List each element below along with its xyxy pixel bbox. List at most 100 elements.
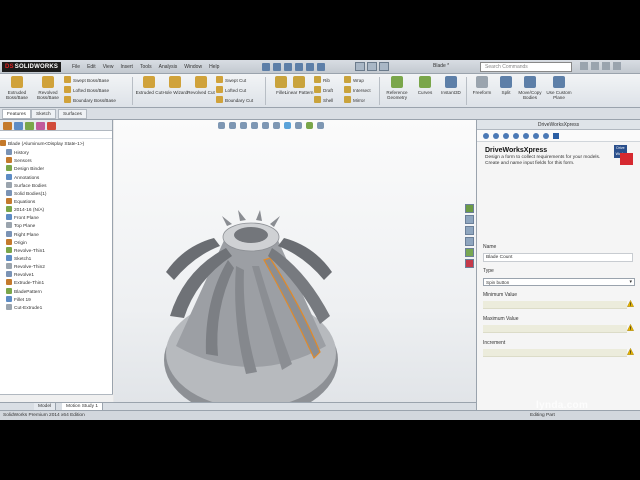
menu-edit[interactable]: Edit <box>87 63 96 71</box>
tree-item[interactable]: History <box>0 149 112 157</box>
tree-item[interactable]: Equations <box>0 197 112 206</box>
tool-label: Curves <box>417 90 433 95</box>
forward-icon[interactable] <box>493 133 499 139</box>
tree-item[interactable]: Origin <box>0 238 112 247</box>
tree-item[interactable]: Revolve-Thin1 <box>0 246 112 255</box>
boundary-cut-icon <box>216 96 223 103</box>
save-icon[interactable] <box>284 63 292 71</box>
boundary-cut-button[interactable]: Boundary Cut <box>216 96 253 105</box>
tree-item[interactable]: Top Plane <box>0 222 112 230</box>
menu-file[interactable]: File <box>72 63 80 71</box>
maximum-value-input[interactable] <box>483 325 627 333</box>
options-icon[interactable] <box>379 62 389 71</box>
open-icon[interactable] <box>273 63 281 71</box>
boundary-boss-icon <box>64 96 71 103</box>
tree-item[interactable]: Solid Bodies(1) <box>0 189 112 198</box>
revolved-boss-button[interactable]: Revolved Boss/Base <box>33 76 63 100</box>
solidworks-logo[interactable]: DSSOLIDWORKS <box>2 62 62 72</box>
restore-icon[interactable] <box>602 62 610 70</box>
add-icon[interactable] <box>523 133 529 139</box>
tab-features[interactable]: Features <box>2 109 31 119</box>
tree-item[interactable]: BladePattern <box>0 287 112 296</box>
mirror-button[interactable]: Mirror <box>344 96 365 105</box>
custom-properties-icon[interactable] <box>465 259 474 268</box>
tree-root[interactable]: Blade (Aluminum<Display State-1>) <box>0 140 112 148</box>
property-manager-icon[interactable] <box>14 122 23 130</box>
tree-item[interactable]: Sketch1 <box>0 254 112 263</box>
display-manager-icon[interactable] <box>47 122 56 130</box>
close-icon[interactable] <box>613 62 621 70</box>
menu-analysis[interactable]: Analysis <box>159 63 178 71</box>
tree-item[interactable]: Front Plane <box>0 214 112 222</box>
graphics-area[interactable] <box>114 120 476 420</box>
move-icon[interactable] <box>543 133 549 139</box>
minimum-value-input[interactable] <box>483 301 627 309</box>
info-icon[interactable] <box>503 133 509 139</box>
impeller-model[interactable] <box>114 120 476 420</box>
tab-surfaces[interactable]: Surfaces <box>58 109 87 119</box>
lofted-cut-button[interactable]: Lofted Cut <box>216 86 246 95</box>
feature-tree-icon[interactable] <box>3 122 12 130</box>
increment-input[interactable] <box>483 349 627 357</box>
tree-item[interactable]: Cut-Extrude1 <box>0 303 112 312</box>
dimxpert-icon[interactable] <box>36 122 45 130</box>
tree-item[interactable]: Annotations <box>0 173 112 182</box>
reference-geometry-button[interactable]: Reference Geometry <box>382 76 412 100</box>
tree-item[interactable]: 2014-16 (N/A) <box>0 206 112 214</box>
menu-window[interactable]: Window <box>184 63 202 71</box>
delete-icon[interactable] <box>553 133 559 139</box>
type-select[interactable]: Spin button <box>483 278 635 286</box>
boundary-boss-button[interactable]: Boundary Boss/Base <box>64 96 116 105</box>
lofted-boss-button[interactable]: Lofted Boss/Base <box>64 86 109 95</box>
revolved-cut-button[interactable]: Revolved Cut <box>186 76 216 95</box>
solidworks-resources-icon[interactable] <box>465 204 474 213</box>
rib-button[interactable]: Rib <box>314 76 330 85</box>
file-explorer-icon[interactable] <box>465 226 474 235</box>
select-icon[interactable] <box>317 63 325 71</box>
tree-item[interactable]: Right Plane <box>0 230 112 239</box>
design-library-icon[interactable] <box>465 215 474 224</box>
linear-pattern-button[interactable]: Linear Pattern <box>284 76 314 95</box>
tree-item[interactable]: Revolve1 <box>0 271 112 279</box>
menu-insert[interactable]: Insert <box>120 63 133 71</box>
tree-item-label: BladePattern <box>14 289 42 295</box>
rebuild-icon[interactable] <box>355 62 365 71</box>
swept-cut-button[interactable]: Swept Cut <box>216 76 246 85</box>
name-input[interactable]: Blade Count <box>483 253 633 262</box>
view-palette-icon[interactable] <box>465 237 474 246</box>
menu-view[interactable]: View <box>103 63 114 71</box>
new-icon[interactable] <box>262 63 270 71</box>
extrude-boss-icon <box>11 76 23 88</box>
driveworks-heading: DriveWorksXpress <box>485 147 548 154</box>
shell-button[interactable]: Shell <box>314 96 333 105</box>
tree-item[interactable]: Surface Bodies <box>0 181 112 190</box>
tab-sketch[interactable]: Sketch <box>31 109 56 119</box>
use-custom-plane-button[interactable]: Use Custom Plane <box>544 76 574 100</box>
configuration-manager-icon[interactable] <box>25 122 34 130</box>
undo-icon[interactable] <box>306 63 314 71</box>
appearances-icon[interactable] <box>465 248 474 257</box>
draft-button[interactable]: Draft <box>314 86 333 95</box>
back-icon[interactable] <box>483 133 489 139</box>
extruded-boss-button[interactable]: Extruded Boss/Base <box>2 76 32 100</box>
home-icon[interactable] <box>513 133 519 139</box>
print-icon[interactable] <box>295 63 303 71</box>
search-commands-input[interactable]: Search Commands <box>480 62 572 72</box>
rename-icon[interactable] <box>533 133 539 139</box>
tree-item[interactable]: Design Binder <box>0 165 112 173</box>
intersect-button[interactable]: Intersect <box>344 86 371 95</box>
tree-item[interactable]: Sensors <box>0 157 112 165</box>
swept-boss-button[interactable]: Swept Boss/Base <box>64 76 109 85</box>
menu-tools[interactable]: Tools <box>140 63 152 71</box>
menu-help[interactable]: Help <box>209 63 219 71</box>
tree-item[interactable]: Fillet 19 <box>0 295 112 304</box>
move-copy-bodies-button[interactable]: Move/Copy Bodies <box>515 76 545 100</box>
minimize-icon[interactable] <box>591 62 599 70</box>
tree-item[interactable]: Revolve-Thin2 <box>0 263 112 271</box>
instant3d-button[interactable]: Instant3D <box>436 76 466 95</box>
help-icon[interactable] <box>580 62 588 70</box>
file-properties-icon[interactable] <box>367 62 377 71</box>
tree-item[interactable]: Extrude-Thin1 <box>0 279 112 287</box>
wrap-button[interactable]: Wrap <box>344 76 364 85</box>
feature-filter-bar[interactable] <box>0 131 112 139</box>
